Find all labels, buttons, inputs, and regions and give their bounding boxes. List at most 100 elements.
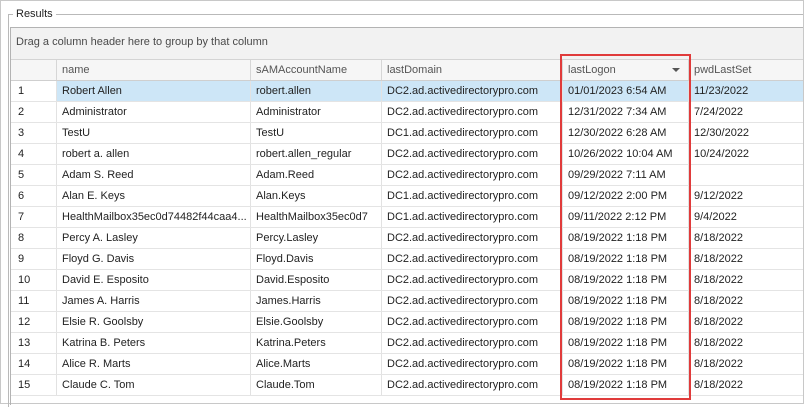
cell-name[interactable]: Claude C. Tom — [57, 375, 251, 395]
table-row[interactable]: 12 Elsie R. Goolsby Elsie.Goolsby DC2.ad.ac… — [11, 312, 803, 333]
cell-pwdlastset[interactable]: 8/18/2022 — [689, 354, 803, 374]
cell-name[interactable]: Alice R. Marts — [57, 354, 251, 374]
cell-pwdlastset[interactable]: 8/18/2022 — [689, 228, 803, 248]
cell-name[interactable]: Administrator — [57, 102, 251, 122]
cell-lastdomain[interactable]: DC1.ad.activedirectorypro.com — [382, 186, 563, 206]
table-row[interactable]: 1 Robert Allen robert.allen DC2.ad.activedi… — [11, 81, 803, 102]
row-number[interactable]: 12 — [11, 312, 57, 332]
cell-lastlogon[interactable]: 08/19/2022 1:18 PM — [563, 312, 689, 332]
table-row[interactable]: 5 Adam S. Reed Adam.Reed DC2.ad.activedirec… — [11, 165, 803, 186]
cell-pwdlastset[interactable] — [689, 165, 803, 185]
table-row[interactable]: 14 Alice R. Marts Alice.Marts DC2.ad.active… — [11, 354, 803, 375]
cell-name[interactable]: Robert Allen — [57, 81, 251, 101]
cell-samaccountname[interactable]: Floyd.Davis — [251, 249, 382, 269]
row-number[interactable]: 6 — [11, 186, 57, 206]
cell-lastdomain[interactable]: DC2.ad.activedirectorypro.com — [382, 102, 563, 122]
cell-lastdomain[interactable]: DC2.ad.activedirectorypro.com — [382, 228, 563, 248]
cell-lastdomain[interactable]: DC2.ad.activedirectorypro.com — [382, 312, 563, 332]
row-number[interactable]: 8 — [11, 228, 57, 248]
cell-lastlogon[interactable]: 08/19/2022 1:18 PM — [563, 249, 689, 269]
table-row[interactable]: 7 HealthMailbox35ec0d74482f44caa4... Healt… — [11, 207, 803, 228]
cell-samaccountname[interactable]: Alan.Keys — [251, 186, 382, 206]
row-number[interactable]: 10 — [11, 270, 57, 290]
cell-lastdomain[interactable]: DC2.ad.activedirectorypro.com — [382, 354, 563, 374]
cell-pwdlastset[interactable]: 8/18/2022 — [689, 291, 803, 311]
cell-pwdlastset[interactable]: 8/18/2022 — [689, 270, 803, 290]
cell-pwdlastset[interactable]: 9/4/2022 — [689, 207, 803, 227]
row-number[interactable]: 2 — [11, 102, 57, 122]
cell-pwdlastset[interactable]: 9/12/2022 — [689, 186, 803, 206]
table-row[interactable]: 3 TestU TestU DC1.ad.activedirectorypro.com… — [11, 123, 803, 144]
table-row[interactable]: 8 Percy A. Lasley Percy.Lasley DC2.ad.activ… — [11, 228, 803, 249]
cell-samaccountname[interactable]: robert.allen_regular — [251, 144, 382, 164]
table-row[interactable]: 10 David E. Esposito David.Esposito DC2.ad.… — [11, 270, 803, 291]
cell-lastlogon[interactable]: 08/19/2022 1:18 PM — [563, 354, 689, 374]
cell-pwdlastset[interactable]: 10/24/2022 — [689, 144, 803, 164]
row-number[interactable]: 11 — [11, 291, 57, 311]
cell-lastlogon[interactable]: 08/19/2022 1:18 PM — [563, 291, 689, 311]
cell-samaccountname[interactable]: Katrina.Peters — [251, 333, 382, 353]
cell-name[interactable]: Alan E. Keys — [57, 186, 251, 206]
table-row[interactable]: 9 Floyd G. Davis Floyd.Davis DC2.ad.actived… — [11, 249, 803, 270]
cell-samaccountname[interactable]: James.Harris — [251, 291, 382, 311]
cell-lastdomain[interactable]: DC2.ad.activedirectorypro.com — [382, 144, 563, 164]
table-row[interactable]: 6 Alan E. Keys Alan.Keys DC1.ad.activedirec… — [11, 186, 803, 207]
cell-name[interactable]: Elsie R. Goolsby — [57, 312, 251, 332]
row-number[interactable]: 1 — [11, 81, 57, 101]
table-row[interactable]: 15 Claude C. Tom Claude.Tom DC2.ad.activedi… — [11, 375, 803, 396]
cell-name[interactable]: HealthMailbox35ec0d74482f44caa4... — [57, 207, 251, 227]
cell-samaccountname[interactable]: Elsie.Goolsby — [251, 312, 382, 332]
cell-pwdlastset[interactable]: 8/18/2022 — [689, 249, 803, 269]
row-number[interactable]: 15 — [11, 375, 57, 395]
cell-pwdlastset[interactable]: 8/18/2022 — [689, 312, 803, 332]
cell-lastlogon[interactable]: 08/19/2022 1:18 PM — [563, 270, 689, 290]
cell-samaccountname[interactable]: Alice.Marts — [251, 354, 382, 374]
cell-lastdomain[interactable]: DC2.ad.activedirectorypro.com — [382, 81, 563, 101]
table-row[interactable]: 4 robert a. allen robert.allen_regular DC2.… — [11, 144, 803, 165]
row-number[interactable]: 13 — [11, 333, 57, 353]
cell-samaccountname[interactable]: TestU — [251, 123, 382, 143]
cell-lastlogon[interactable]: 09/12/2022 2:00 PM — [563, 186, 689, 206]
row-number[interactable]: 3 — [11, 123, 57, 143]
column-header-name[interactable]: name — [57, 60, 251, 80]
cell-pwdlastset[interactable]: 7/24/2022 — [689, 102, 803, 122]
cell-pwdlastset[interactable]: 8/18/2022 — [689, 333, 803, 353]
cell-lastdomain[interactable]: DC2.ad.activedirectorypro.com — [382, 249, 563, 269]
cell-name[interactable]: robert a. allen — [57, 144, 251, 164]
cell-samaccountname[interactable]: HealthMailbox35ec0d7 — [251, 207, 382, 227]
column-header-lastlogon[interactable]: lastLogon — [563, 60, 689, 80]
cell-lastlogon[interactable]: 09/11/2022 2:12 PM — [563, 207, 689, 227]
cell-pwdlastset[interactable]: 11/23/2022 — [689, 81, 803, 101]
cell-lastdomain[interactable]: DC2.ad.activedirectorypro.com — [382, 291, 563, 311]
cell-lastdomain[interactable]: DC1.ad.activedirectorypro.com — [382, 123, 563, 143]
table-row[interactable]: 13 Katrina B. Peters Katrina.Peters DC2.ad.… — [11, 333, 803, 354]
cell-lastlogon[interactable]: 10/26/2022 10:04 AM — [563, 144, 689, 164]
cell-samaccountname[interactable]: Administrator — [251, 102, 382, 122]
cell-name[interactable]: David E. Esposito — [57, 270, 251, 290]
row-number[interactable]: 7 — [11, 207, 57, 227]
cell-lastlogon[interactable]: 08/19/2022 1:18 PM — [563, 333, 689, 353]
row-number[interactable]: 14 — [11, 354, 57, 374]
group-by-panel[interactable]: Drag a column header here to group by th… — [11, 28, 803, 60]
cell-samaccountname[interactable]: robert.allen — [251, 81, 382, 101]
table-row[interactable]: 2 Administrator Administrator DC2.ad.active… — [11, 102, 803, 123]
cell-lastlogon[interactable]: 12/31/2022 7:34 AM — [563, 102, 689, 122]
cell-samaccountname[interactable]: David.Esposito — [251, 270, 382, 290]
cell-lastlogon[interactable]: 08/19/2022 1:18 PM — [563, 375, 689, 395]
cell-lastdomain[interactable]: DC2.ad.activedirectorypro.com — [382, 165, 563, 185]
column-header-pwdlastset[interactable]: pwdLastSet — [689, 60, 803, 80]
row-number[interactable]: 4 — [11, 144, 57, 164]
cell-lastdomain[interactable]: DC2.ad.activedirectorypro.com — [382, 375, 563, 395]
cell-pwdlastset[interactable]: 12/30/2022 — [689, 123, 803, 143]
cell-lastlogon[interactable]: 01/01/2023 6:54 AM — [563, 81, 689, 101]
cell-samaccountname[interactable]: Claude.Tom — [251, 375, 382, 395]
cell-lastlogon[interactable]: 08/19/2022 1:18 PM — [563, 228, 689, 248]
cell-name[interactable]: Katrina B. Peters — [57, 333, 251, 353]
cell-lastdomain[interactable]: DC2.ad.activedirectorypro.com — [382, 333, 563, 353]
cell-lastlogon[interactable]: 12/30/2022 6:28 AM — [563, 123, 689, 143]
cell-lastdomain[interactable]: DC1.ad.activedirectorypro.com — [382, 207, 563, 227]
cell-name[interactable]: TestU — [57, 123, 251, 143]
column-header-samaccountname[interactable]: sAMAccountName — [251, 60, 382, 80]
cell-samaccountname[interactable]: Percy.Lasley — [251, 228, 382, 248]
row-number[interactable]: 9 — [11, 249, 57, 269]
